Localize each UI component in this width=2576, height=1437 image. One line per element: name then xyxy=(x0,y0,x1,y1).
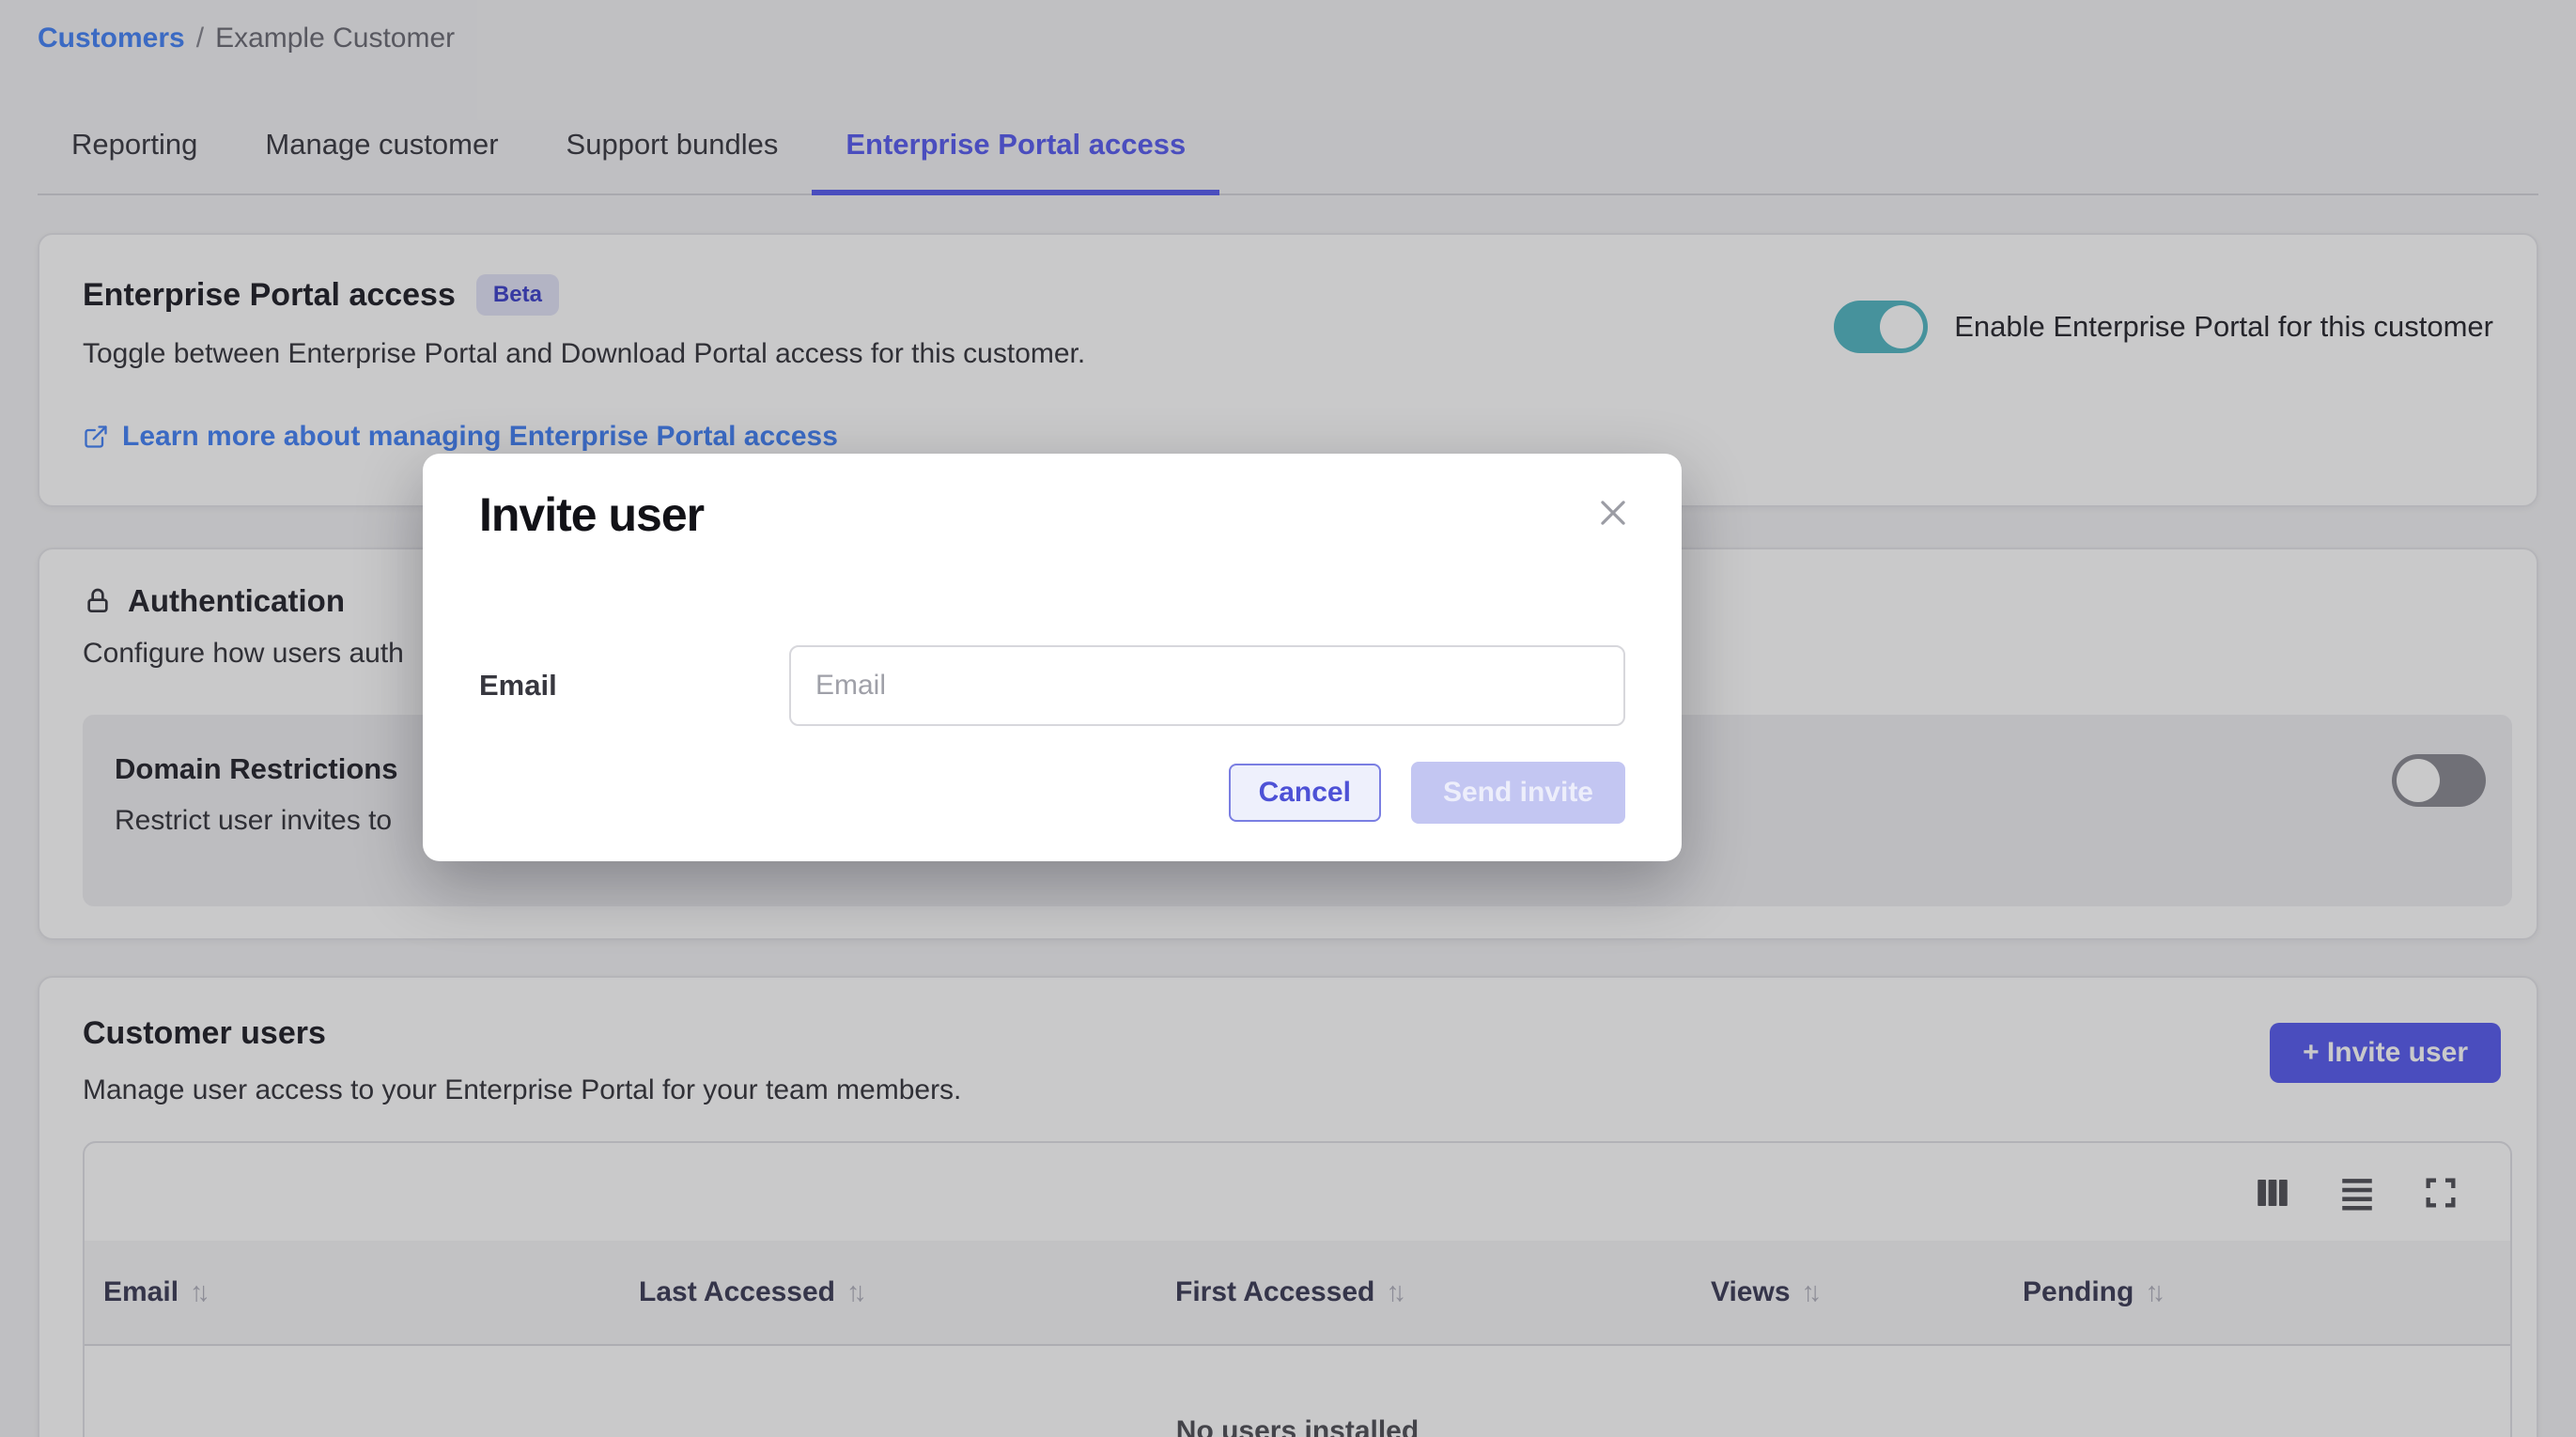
enterprise-portal-page: Customers / Example Customer Reporting M… xyxy=(0,0,2576,1437)
email-input[interactable] xyxy=(789,645,1625,726)
invite-user-modal: Invite user Email Cancel Send invite xyxy=(423,454,1682,861)
send-invite-button[interactable]: Send invite xyxy=(1411,762,1625,824)
email-field-row: Email xyxy=(479,645,1625,726)
email-field-label: Email xyxy=(479,669,789,703)
modal-actions: Cancel Send invite xyxy=(1229,762,1625,824)
close-icon[interactable] xyxy=(1595,495,1631,531)
modal-title: Invite user xyxy=(479,487,704,542)
cancel-button[interactable]: Cancel xyxy=(1229,764,1381,822)
